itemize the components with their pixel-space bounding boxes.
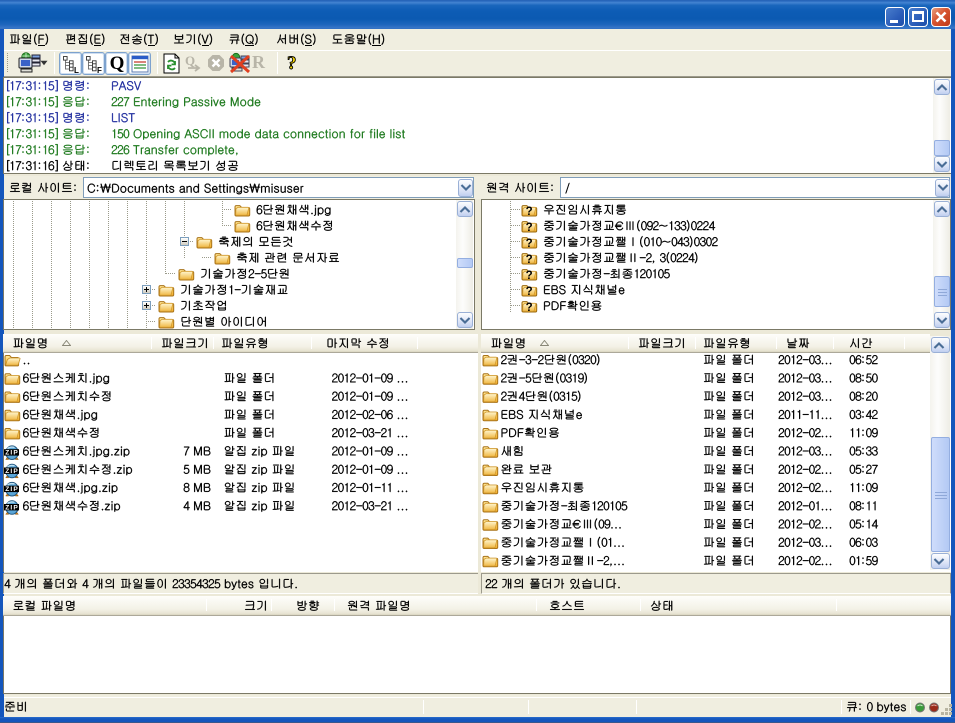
- svg-text:Q: Q: [185, 53, 195, 68]
- svg-text:L: L: [74, 66, 79, 73]
- svg-text:?: ?: [287, 53, 297, 74]
- svg-text:F: F: [97, 66, 102, 73]
